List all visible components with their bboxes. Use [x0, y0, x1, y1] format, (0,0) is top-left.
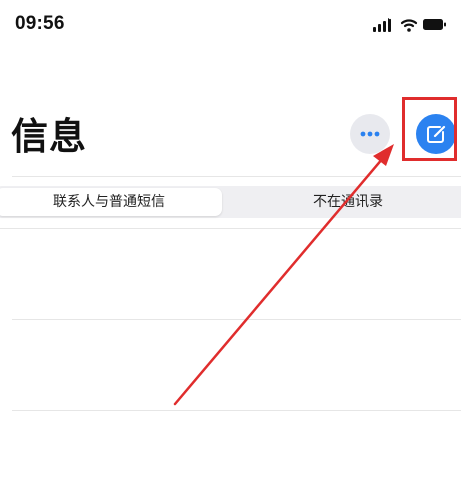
status-icons [373, 16, 446, 32]
more-button[interactable] [350, 114, 390, 154]
segmented-control: 联系人与普通短信 不在通讯录 [0, 186, 461, 218]
signal-icon [373, 16, 392, 32]
annotation-highlight-box [402, 97, 457, 161]
status-bar: 09:56 [0, 0, 461, 50]
page-title: 信息 [11, 115, 87, 158]
annotation-arrow [173, 144, 394, 406]
battery-icon [423, 19, 446, 30]
segment-divider [0, 228, 461, 229]
ellipsis-icon [360, 131, 380, 137]
list-separator [12, 410, 461, 411]
list-separator [12, 319, 461, 320]
segment-unknown-senders[interactable]: 不在通讯录 [230, 186, 461, 218]
segment-contacts-and-sms[interactable]: 联系人与普通短信 [0, 186, 222, 218]
status-time: 09:56 [15, 13, 65, 34]
wifi-icon [400, 19, 418, 32]
header-divider [12, 176, 461, 177]
